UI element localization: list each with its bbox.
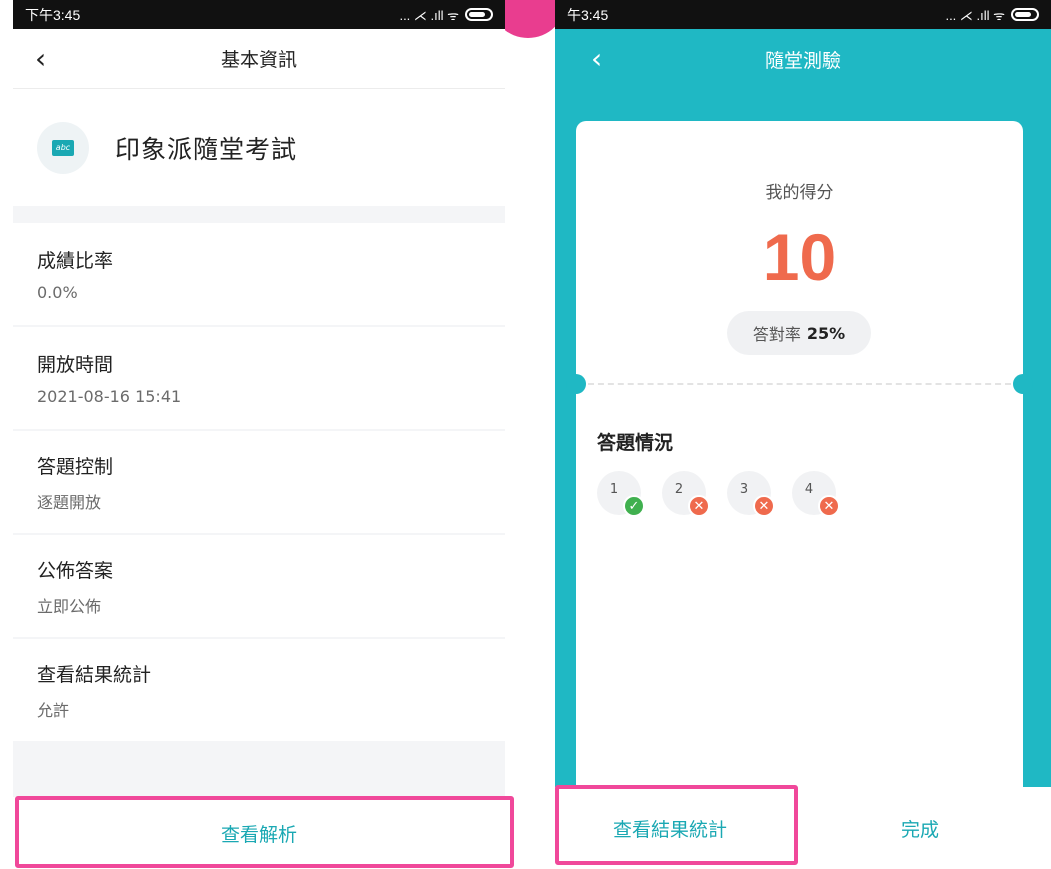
- done-button[interactable]: 完成: [901, 815, 939, 842]
- score-value: 10: [762, 220, 837, 294]
- answer-chip[interactable]: 2 ✕: [662, 471, 710, 517]
- info-value: 立即公佈: [37, 596, 102, 616]
- quiz-title: 印象派隨堂考試: [115, 134, 298, 164]
- status-time: 午3:45: [567, 6, 609, 23]
- cross-icon: ✕: [753, 495, 775, 517]
- back-icon[interactable]: ‹: [35, 44, 46, 73]
- result-card: 我的得分 10 答對率 25% 答題情況 1 ✓ 2 ✕ 3 ✕ 4 ✕: [566, 121, 1033, 821]
- quiz-icon: abc: [37, 121, 89, 174]
- answer-status-title: 答題情況: [597, 432, 674, 454]
- view-analysis-label: 查看解析: [220, 823, 297, 846]
- nav-bar: ‹ 基本資訊: [13, 29, 505, 89]
- card-notch-left: [566, 374, 586, 394]
- answer-list: 1 ✓ 2 ✕ 3 ✕ 4 ✕: [597, 471, 840, 517]
- answer-number: 2: [674, 481, 684, 497]
- correct-rate-label: 答對率: [752, 325, 801, 344]
- info-value: 0.0%: [37, 283, 78, 302]
- quiz-icon-board: abc: [52, 139, 74, 156]
- status-icons: ... ⋌ .ıll ᯤ: [945, 6, 1039, 24]
- info-label: 公佈答案: [37, 559, 114, 582]
- dashed-divider: [588, 383, 1011, 385]
- correct-rate-value: 25%: [806, 323, 846, 343]
- cross-icon: ✕: [688, 495, 710, 517]
- info-list: 成績比率 0.0% 開放時間 2021-08-16 15:41 答題控制 逐題開…: [13, 223, 505, 741]
- info-item-open-time: 開放時間 2021-08-16 15:41: [13, 327, 505, 429]
- info-item-publish-answer: 公佈答案 立即公佈: [13, 535, 505, 637]
- score-label: 我的得分: [765, 183, 834, 203]
- view-analysis-button[interactable]: 查看解析: [13, 797, 505, 869]
- back-icon[interactable]: ‹: [591, 45, 602, 73]
- check-icon: ✓: [623, 495, 645, 517]
- cross-icon: ✕: [818, 495, 840, 517]
- info-item-score-ratio: 成績比率 0.0%: [13, 223, 505, 325]
- info-item-answer-control: 答題控制 逐題開放: [13, 431, 505, 533]
- status-bar: 下午3:45 ... ⋌ .ıll ᯤ: [13, 0, 505, 29]
- card-notch-right: [1013, 374, 1033, 394]
- status-icons: ... ⋌ .ıll ᯤ: [399, 6, 493, 24]
- info-label: 成績比率: [37, 250, 114, 272]
- correct-rate-pill: 答對率 25%: [727, 311, 871, 355]
- info-value: 逐題開放: [37, 492, 102, 512]
- info-label: 查看結果統計: [37, 663, 152, 686]
- battery-icon: [1011, 8, 1039, 21]
- left-phone-screen: 下午3:45 ... ⋌ .ıll ᯤ ‹ 基本資訊 abc 印象派隨堂考試 成…: [13, 0, 505, 869]
- signal-icon: ... ⋌ .ıll ᯤ: [945, 7, 1005, 23]
- answer-chip[interactable]: 4 ✕: [792, 471, 840, 517]
- info-label: 開放時間: [37, 354, 114, 376]
- info-item-view-stats: 查看結果統計 允許: [13, 639, 505, 741]
- bottom-action-bar: 查看結果統計 完成: [555, 787, 1051, 869]
- answer-number: 1: [609, 481, 619, 497]
- info-value: 允許: [37, 700, 70, 720]
- answer-number: 4: [804, 481, 814, 497]
- info-value: 2021-08-16 15:41: [37, 387, 182, 406]
- answer-number: 3: [739, 481, 749, 497]
- right-phone-screen: 午3:45 ... ⋌ .ıll ᯤ ‹ 隨堂測驗 我的得分 10 答對率 25…: [555, 0, 1051, 869]
- page-title: 基本資訊: [220, 49, 297, 71]
- nav-bar: ‹ 隨堂測驗: [555, 29, 1051, 89]
- signal-icon: ... ⋌ .ıll ᯤ: [399, 7, 459, 23]
- quiz-header: abc 印象派隨堂考試: [13, 89, 505, 206]
- battery-icon: [465, 8, 493, 21]
- view-stats-button[interactable]: 查看結果統計: [613, 815, 727, 842]
- status-bar: 午3:45 ... ⋌ .ıll ᯤ: [555, 0, 1051, 29]
- page-title: 隨堂測驗: [764, 49, 841, 72]
- info-label: 答題控制: [37, 455, 114, 478]
- status-time: 下午3:45: [25, 6, 81, 23]
- answer-chip[interactable]: 3 ✕: [727, 471, 775, 517]
- answer-chip[interactable]: 1 ✓: [597, 471, 645, 517]
